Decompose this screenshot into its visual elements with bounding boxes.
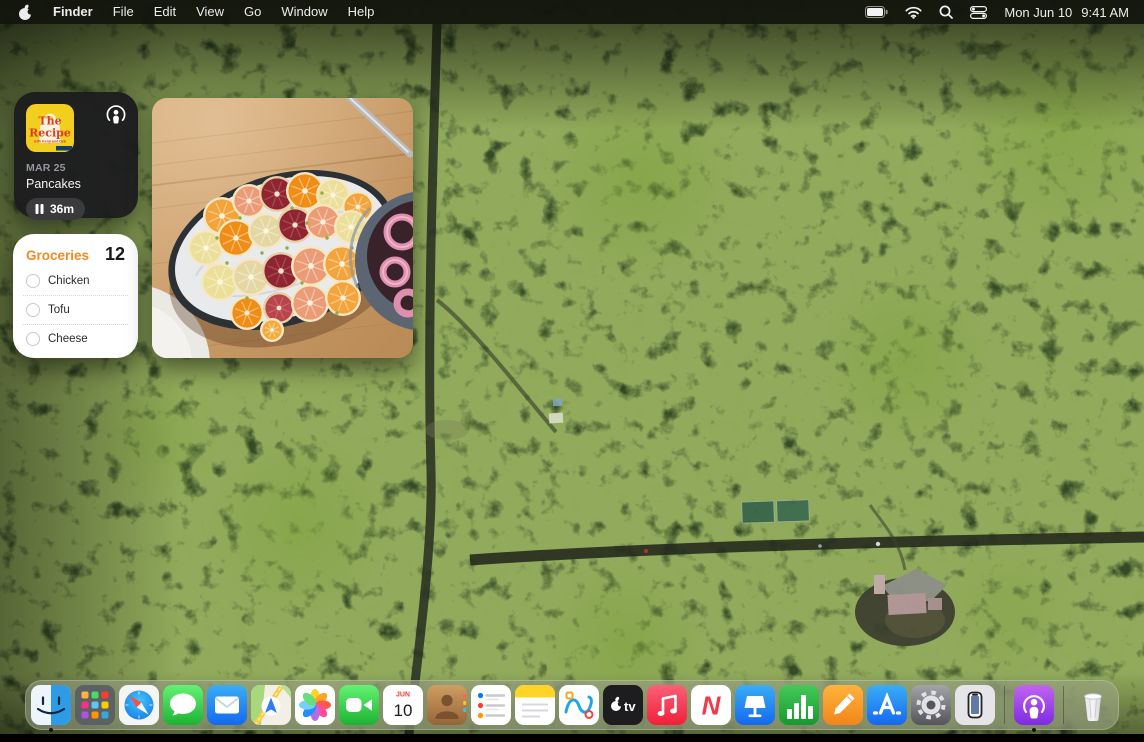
reminder-checkbox[interactable] [26,332,40,346]
podcasts-app-icon [105,103,127,131]
menubar-date: Mon Jun 10 [1004,5,1072,20]
menu-window[interactable]: Window [271,0,337,24]
svg-text:10: 10 [394,701,413,720]
mail-icon [207,685,247,725]
menubar-time: 9:41 AM [1081,5,1129,20]
svg-text:with Kenji and Deb: with Kenji and Deb [33,140,67,144]
finder-icon [31,685,71,725]
dock-item-contacts[interactable] [427,685,467,725]
apple-tv-icon: tv [603,685,643,725]
launchpad-icon [75,685,115,725]
reminder-label: Chicken [48,275,90,287]
dock-item-freeform[interactable] [559,685,599,725]
wifi-icon[interactable] [905,6,922,19]
contacts-icon [427,685,467,725]
dock-item-calendar[interactable]: JUN 10 [383,685,423,725]
control-center-icon[interactable] [970,6,987,19]
news-icon: N [691,685,731,725]
photo-citrus-platter [152,98,413,358]
photos-icon [295,685,335,725]
svg-text:N: N [702,691,722,721]
dock-item-launchpad[interactable] [75,685,115,725]
desktop: Finder File Edit View Go Window Help [0,0,1144,742]
svg-text:tv: tv [624,699,636,714]
pause-icon [35,204,44,214]
calendar-icon: JUN 10 [383,685,423,725]
episode-date: MAR 25 [26,162,126,174]
music-icon [647,685,687,725]
reminder-item[interactable]: Chicken [23,267,128,295]
reminder-label: Tofu [48,304,70,316]
dock-item-trash[interactable] [1073,685,1113,725]
reminder-checkbox[interactable] [26,303,40,317]
time-remaining: 36m [50,202,74,216]
play-pause-button[interactable]: 36m [26,198,85,220]
facetime-icon [339,685,379,725]
dock-item-news[interactable]: N [691,685,731,725]
menubar-clock[interactable]: Mon Jun 10 9:41 AM [1004,5,1129,20]
messages-icon [163,685,203,725]
maps-icon [251,685,291,725]
dock-item-music[interactable] [647,685,687,725]
app-store-icon [867,685,907,725]
apple-menu[interactable] [0,0,43,24]
list-count: 12 [105,244,125,265]
system-settings-icon [911,685,951,725]
reminder-checkbox[interactable] [26,274,40,288]
dock-item-facetime[interactable] [339,685,379,725]
notes-icon [515,685,555,725]
reminders-widget[interactable]: Groceries 12 Chicken Tofu Cheese [13,234,138,358]
reminders-icon [471,685,511,725]
freeform-icon [559,685,599,725]
dock-item-iphone-mirroring[interactable] [955,685,995,725]
reminder-list: Chicken Tofu Cheese [23,267,128,353]
spotlight-icon[interactable] [939,5,953,19]
menu-help[interactable]: Help [338,0,385,24]
keynote-icon [735,685,775,725]
dock-item-system-settings[interactable] [911,685,951,725]
podcasts-icon [1014,685,1054,725]
screen-bottom-bezel [0,734,1144,742]
dock-item-pages[interactable] [823,685,863,725]
reminder-item[interactable]: Tofu [23,295,128,324]
dock: JUN 10 [25,680,1119,730]
reminder-item[interactable]: Cheese [23,324,128,353]
menu-go[interactable]: Go [234,0,271,24]
svg-text:JUN: JUN [396,692,410,699]
dock-item-reminders[interactable] [471,685,511,725]
menu-bar: Finder File Edit View Go Window Help [0,0,1144,24]
dock-item-apple-tv[interactable]: tv [603,685,643,725]
dock-item-safari[interactable] [119,685,159,725]
dock-item-mail[interactable] [207,685,247,725]
apple-logo-icon [18,4,33,21]
dock-item-podcasts[interactable] [1014,685,1054,725]
app-menu-finder[interactable]: Finder [43,0,103,24]
dock-item-numbers[interactable] [779,685,819,725]
dock-item-finder[interactable] [31,685,71,725]
menu-edit[interactable]: Edit [144,0,186,24]
pages-icon [823,685,863,725]
dock-item-photos[interactable] [295,685,335,725]
dock-item-messages[interactable] [163,685,203,725]
iphone-mirroring-icon [955,685,995,725]
battery-icon[interactable] [865,6,888,18]
numbers-icon [779,685,819,725]
dock-divider [1063,686,1064,724]
photos-widget[interactable] [152,98,413,358]
podcasts-widget[interactable]: The Recipe with Kenji and Deb MAR 25 Pan… [14,92,138,218]
menu-file[interactable]: File [103,0,144,24]
svg-text:Recipe: Recipe [29,127,71,140]
safari-icon [119,685,159,725]
trash-icon [1073,685,1113,725]
menu-view[interactable]: View [186,0,234,24]
dock-item-notes[interactable] [515,685,555,725]
dock-item-app-store[interactable] [867,685,907,725]
dock-divider [1004,686,1005,724]
podcast-artwork: The Recipe with Kenji and Deb [26,104,74,152]
episode-title: Pancakes [26,177,126,191]
list-title: Groceries [26,248,89,263]
dock-item-maps[interactable] [251,685,291,725]
reminder-label: Cheese [48,333,88,345]
dock-item-keynote[interactable] [735,685,775,725]
